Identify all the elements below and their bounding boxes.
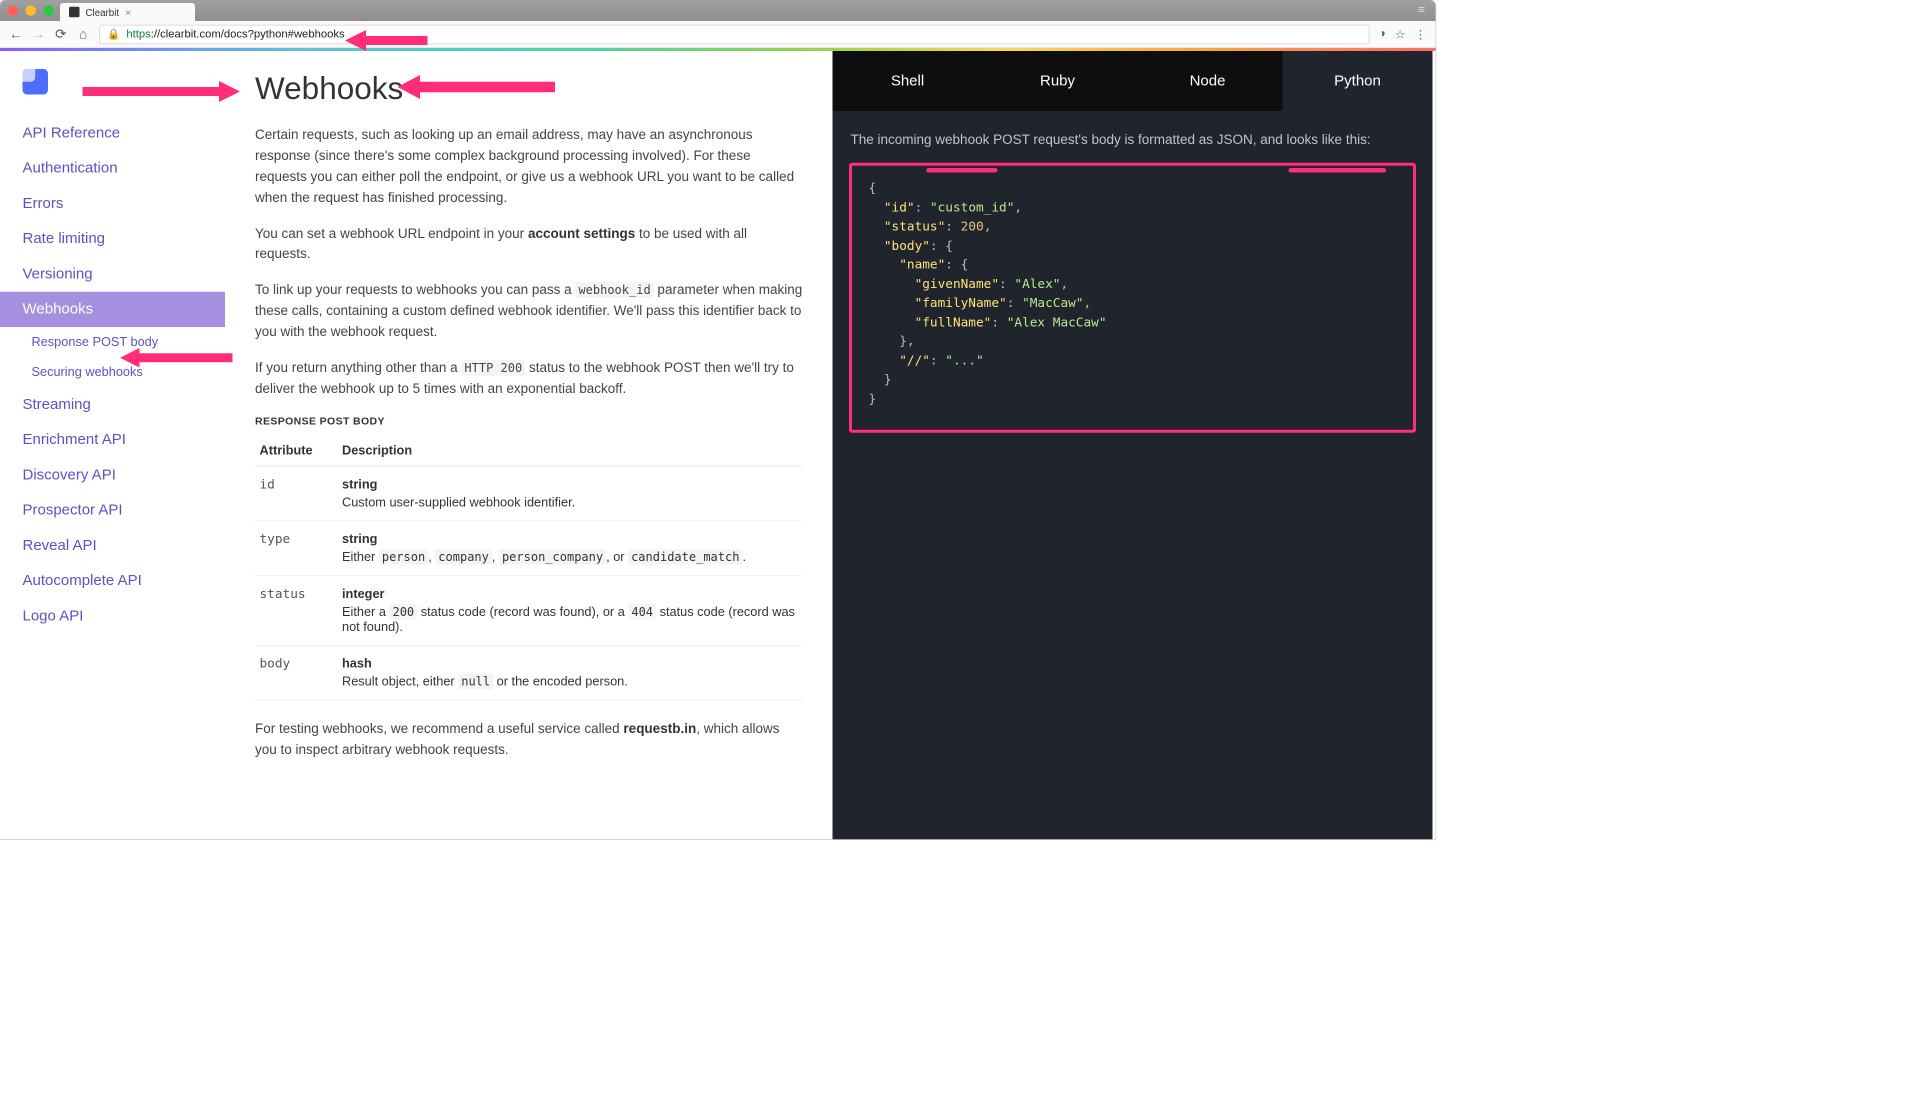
th-attribute: Attribute [255, 436, 338, 466]
annotation-arrow-url [345, 27, 428, 54]
sidebar-item-versioning[interactable]: Versioning [0, 257, 225, 292]
window-menu-icon[interactable]: ≡ [1418, 4, 1425, 18]
retry-paragraph: If you return anything other than a HTTP… [255, 358, 803, 400]
lang-tab-python[interactable]: Python [1283, 51, 1433, 111]
browser-tab[interactable]: Clearbit × [60, 3, 195, 21]
window-titlebar: Clearbit × ≡ [0, 0, 1436, 21]
webhook-id-code: webhook_id [575, 282, 653, 298]
close-tab-icon[interactable]: × [125, 6, 131, 18]
table-row: id stringCustom user-supplied webhook id… [255, 466, 803, 521]
webhook-id-paragraph: To link up your requests to webhooks you… [255, 280, 803, 343]
clearbit-logo[interactable] [23, 69, 49, 95]
annotation-arrow-sidebar [83, 78, 241, 105]
sidebar-item-streaming[interactable]: Streaming [0, 387, 225, 422]
url-protocol: https [126, 28, 150, 41]
requestbin-paragraph: For testing webhooks, we recommend a use… [255, 718, 803, 760]
main-content: Webhooks Certain requests, such as looki… [225, 51, 833, 839]
sidebar-item-logo-api[interactable]: Logo API [0, 599, 225, 634]
lang-tab-node[interactable]: Node [1133, 51, 1283, 111]
tab-title: Clearbit [86, 6, 120, 17]
http-200-code: HTTP 200 [461, 360, 525, 376]
sidebar-item-reveal-api[interactable]: Reveal API [0, 528, 225, 563]
sidebar: API Reference Authentication Errors Rate… [0, 51, 225, 839]
back-button[interactable]: ← [9, 26, 23, 42]
browser-toolbar: ← → ⟳ ⌂ 🔒 https://clearbit.com/docs?pyth… [0, 21, 1436, 48]
lang-tab-ruby[interactable]: Ruby [983, 51, 1133, 111]
account-settings-link[interactable]: account settings [528, 225, 635, 240]
lock-icon: 🔒 [107, 28, 120, 41]
intro-paragraph: Certain requests, such as looking up an … [255, 125, 803, 209]
requestbin-link[interactable]: requestb.in [623, 721, 696, 736]
url-host: ://clearbit.com [151, 28, 221, 41]
sidebar-item-errors[interactable]: Errors [0, 186, 225, 221]
sidebar-item-webhooks[interactable]: Webhooks [0, 292, 225, 327]
sidebar-item-discovery-api[interactable]: Discovery API [0, 458, 225, 493]
address-bar[interactable]: 🔒 https://clearbit.com/docs?python#webho… [99, 24, 1369, 44]
table-row: body hashResult object, either null or t… [255, 645, 803, 700]
annotation-arrow-title [398, 72, 556, 102]
sidebar-item-rate-limiting[interactable]: Rate limiting [0, 221, 225, 256]
annotation-underline-1 [926, 168, 997, 173]
home-button[interactable]: ⌂ [77, 26, 91, 42]
annotation-underline-2 [1289, 168, 1387, 173]
lang-tab-shell[interactable]: Shell [833, 51, 983, 111]
reload-button[interactable]: ⟳ [54, 26, 68, 42]
sidebar-item-autocomplete-api[interactable]: Autocomplete API [0, 563, 225, 598]
close-window-button[interactable] [8, 5, 19, 16]
annotation-arrow-webhooks-nav [120, 345, 233, 371]
th-description: Description [338, 436, 803, 466]
maximize-window-button[interactable] [44, 5, 55, 16]
sidebar-item-api-reference[interactable]: API Reference [0, 116, 225, 151]
minimize-window-button[interactable] [26, 5, 37, 16]
code-block: { "id": "custom_id", "status": 200, "bod… [849, 163, 1416, 433]
forward-button[interactable]: → [32, 26, 46, 42]
favicon [69, 7, 80, 18]
response-post-body-heading: RESPONSE POST BODY [255, 415, 803, 427]
sidebar-item-prospector-api[interactable]: Prospector API [0, 493, 225, 528]
attribute-table: Attribute Description id stringCustom us… [255, 436, 803, 701]
account-settings-paragraph: You can set a webhook URL endpoint in yo… [255, 223, 803, 265]
sidebar-item-authentication[interactable]: Authentication [0, 151, 225, 186]
browser-menu-icon[interactable]: ⋮ [1415, 27, 1427, 42]
url-path: /docs?python#webhooks [221, 28, 345, 41]
bookmark-icon[interactable]: ☆ [1395, 27, 1406, 42]
autofill-icon[interactable]: ◑ [1378, 27, 1385, 42]
language-tabs: Shell Ruby Node Python [833, 51, 1433, 111]
sidebar-item-enrichment-api[interactable]: Enrichment API [0, 422, 225, 457]
table-row: status integerEither a 200 status code (… [255, 575, 803, 645]
code-description: The incoming webhook POST request's body… [833, 111, 1433, 163]
table-row: type stringEither person, company, perso… [255, 521, 803, 576]
